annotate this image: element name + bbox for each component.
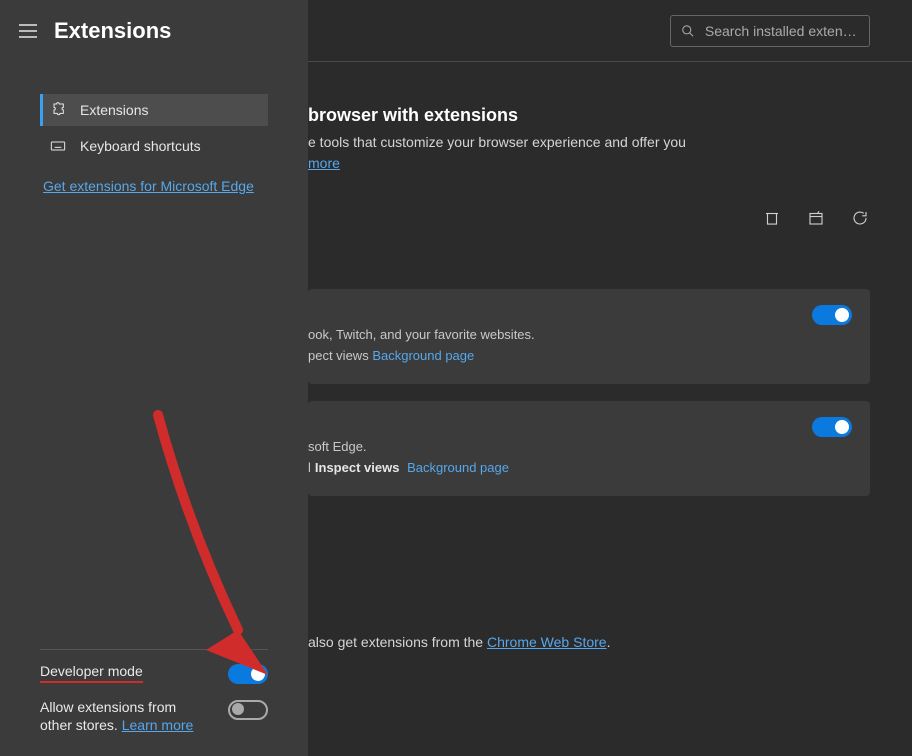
- learn-more-link[interactable]: more: [308, 155, 340, 171]
- hero-subtitle: e tools that customize your browser expe…: [308, 132, 686, 174]
- sidebar-item-extensions[interactable]: Extensions: [40, 94, 268, 126]
- sidebar-item-label: Extensions: [80, 102, 148, 118]
- remove-button[interactable]: [762, 208, 782, 228]
- sidebar-item-keyboard-shortcuts[interactable]: Keyboard shortcuts: [40, 130, 268, 162]
- chrome-web-store-link[interactable]: Chrome Web Store: [487, 634, 607, 650]
- developer-mode-row: Developer mode: [40, 662, 268, 684]
- other-stores-row: Allow extensions from other stores. Lear…: [40, 698, 268, 734]
- reload-icon: [851, 209, 869, 227]
- page-title: Extensions: [54, 18, 171, 44]
- extension-details: ook, Twitch, and your favorite websites.…: [308, 325, 535, 367]
- sidebar-nav: Extensions Keyboard shortcuts Get extens…: [0, 62, 308, 194]
- other-stores-toggle[interactable]: [228, 700, 268, 720]
- keyboard-icon: [50, 138, 66, 154]
- reload-button[interactable]: [850, 208, 870, 228]
- other-stores-label: Allow extensions from other stores. Lear…: [40, 698, 200, 734]
- menu-button[interactable]: [12, 15, 44, 47]
- learn-more-link[interactable]: Learn more: [122, 717, 194, 733]
- developer-mode-label: Developer mode: [40, 662, 143, 681]
- dev-actions: [762, 208, 870, 228]
- top-bar: [308, 0, 912, 62]
- trash-icon: [763, 209, 781, 227]
- inspect-background-link[interactable]: Background page: [372, 348, 474, 363]
- sidebar: Extensions Extensions Keyboard shortcuts…: [0, 0, 308, 756]
- pack-button[interactable]: [806, 208, 826, 228]
- inspect-background-link[interactable]: Background page: [407, 460, 509, 475]
- sidebar-item-label: Keyboard shortcuts: [80, 138, 201, 154]
- developer-mode-toggle[interactable]: [228, 664, 268, 684]
- get-extensions-link[interactable]: Get extensions for Microsoft Edge: [40, 178, 254, 194]
- chrome-store-note: also get extensions from the Chrome Web …: [308, 634, 610, 650]
- divider: [40, 649, 268, 650]
- extension-card: ook, Twitch, and your favorite websites.…: [308, 289, 870, 384]
- extension-toggle[interactable]: [812, 417, 852, 437]
- extension-details: soft Edge. lInspect views Background pag…: [308, 437, 509, 479]
- sidebar-bottom: Developer mode Allow extensions from oth…: [40, 649, 268, 748]
- search-input[interactable]: [705, 23, 859, 39]
- hamburger-icon: [19, 24, 37, 38]
- hero-title-fragment: browser with extensions: [308, 105, 518, 126]
- package-icon: [807, 209, 825, 227]
- sidebar-header: Extensions: [0, 0, 308, 62]
- search-icon: [681, 23, 695, 39]
- extension-toggle[interactable]: [812, 305, 852, 325]
- search-box[interactable]: [670, 15, 870, 47]
- extension-card: soft Edge. lInspect views Background pag…: [308, 401, 870, 496]
- puzzle-icon: [50, 102, 66, 118]
